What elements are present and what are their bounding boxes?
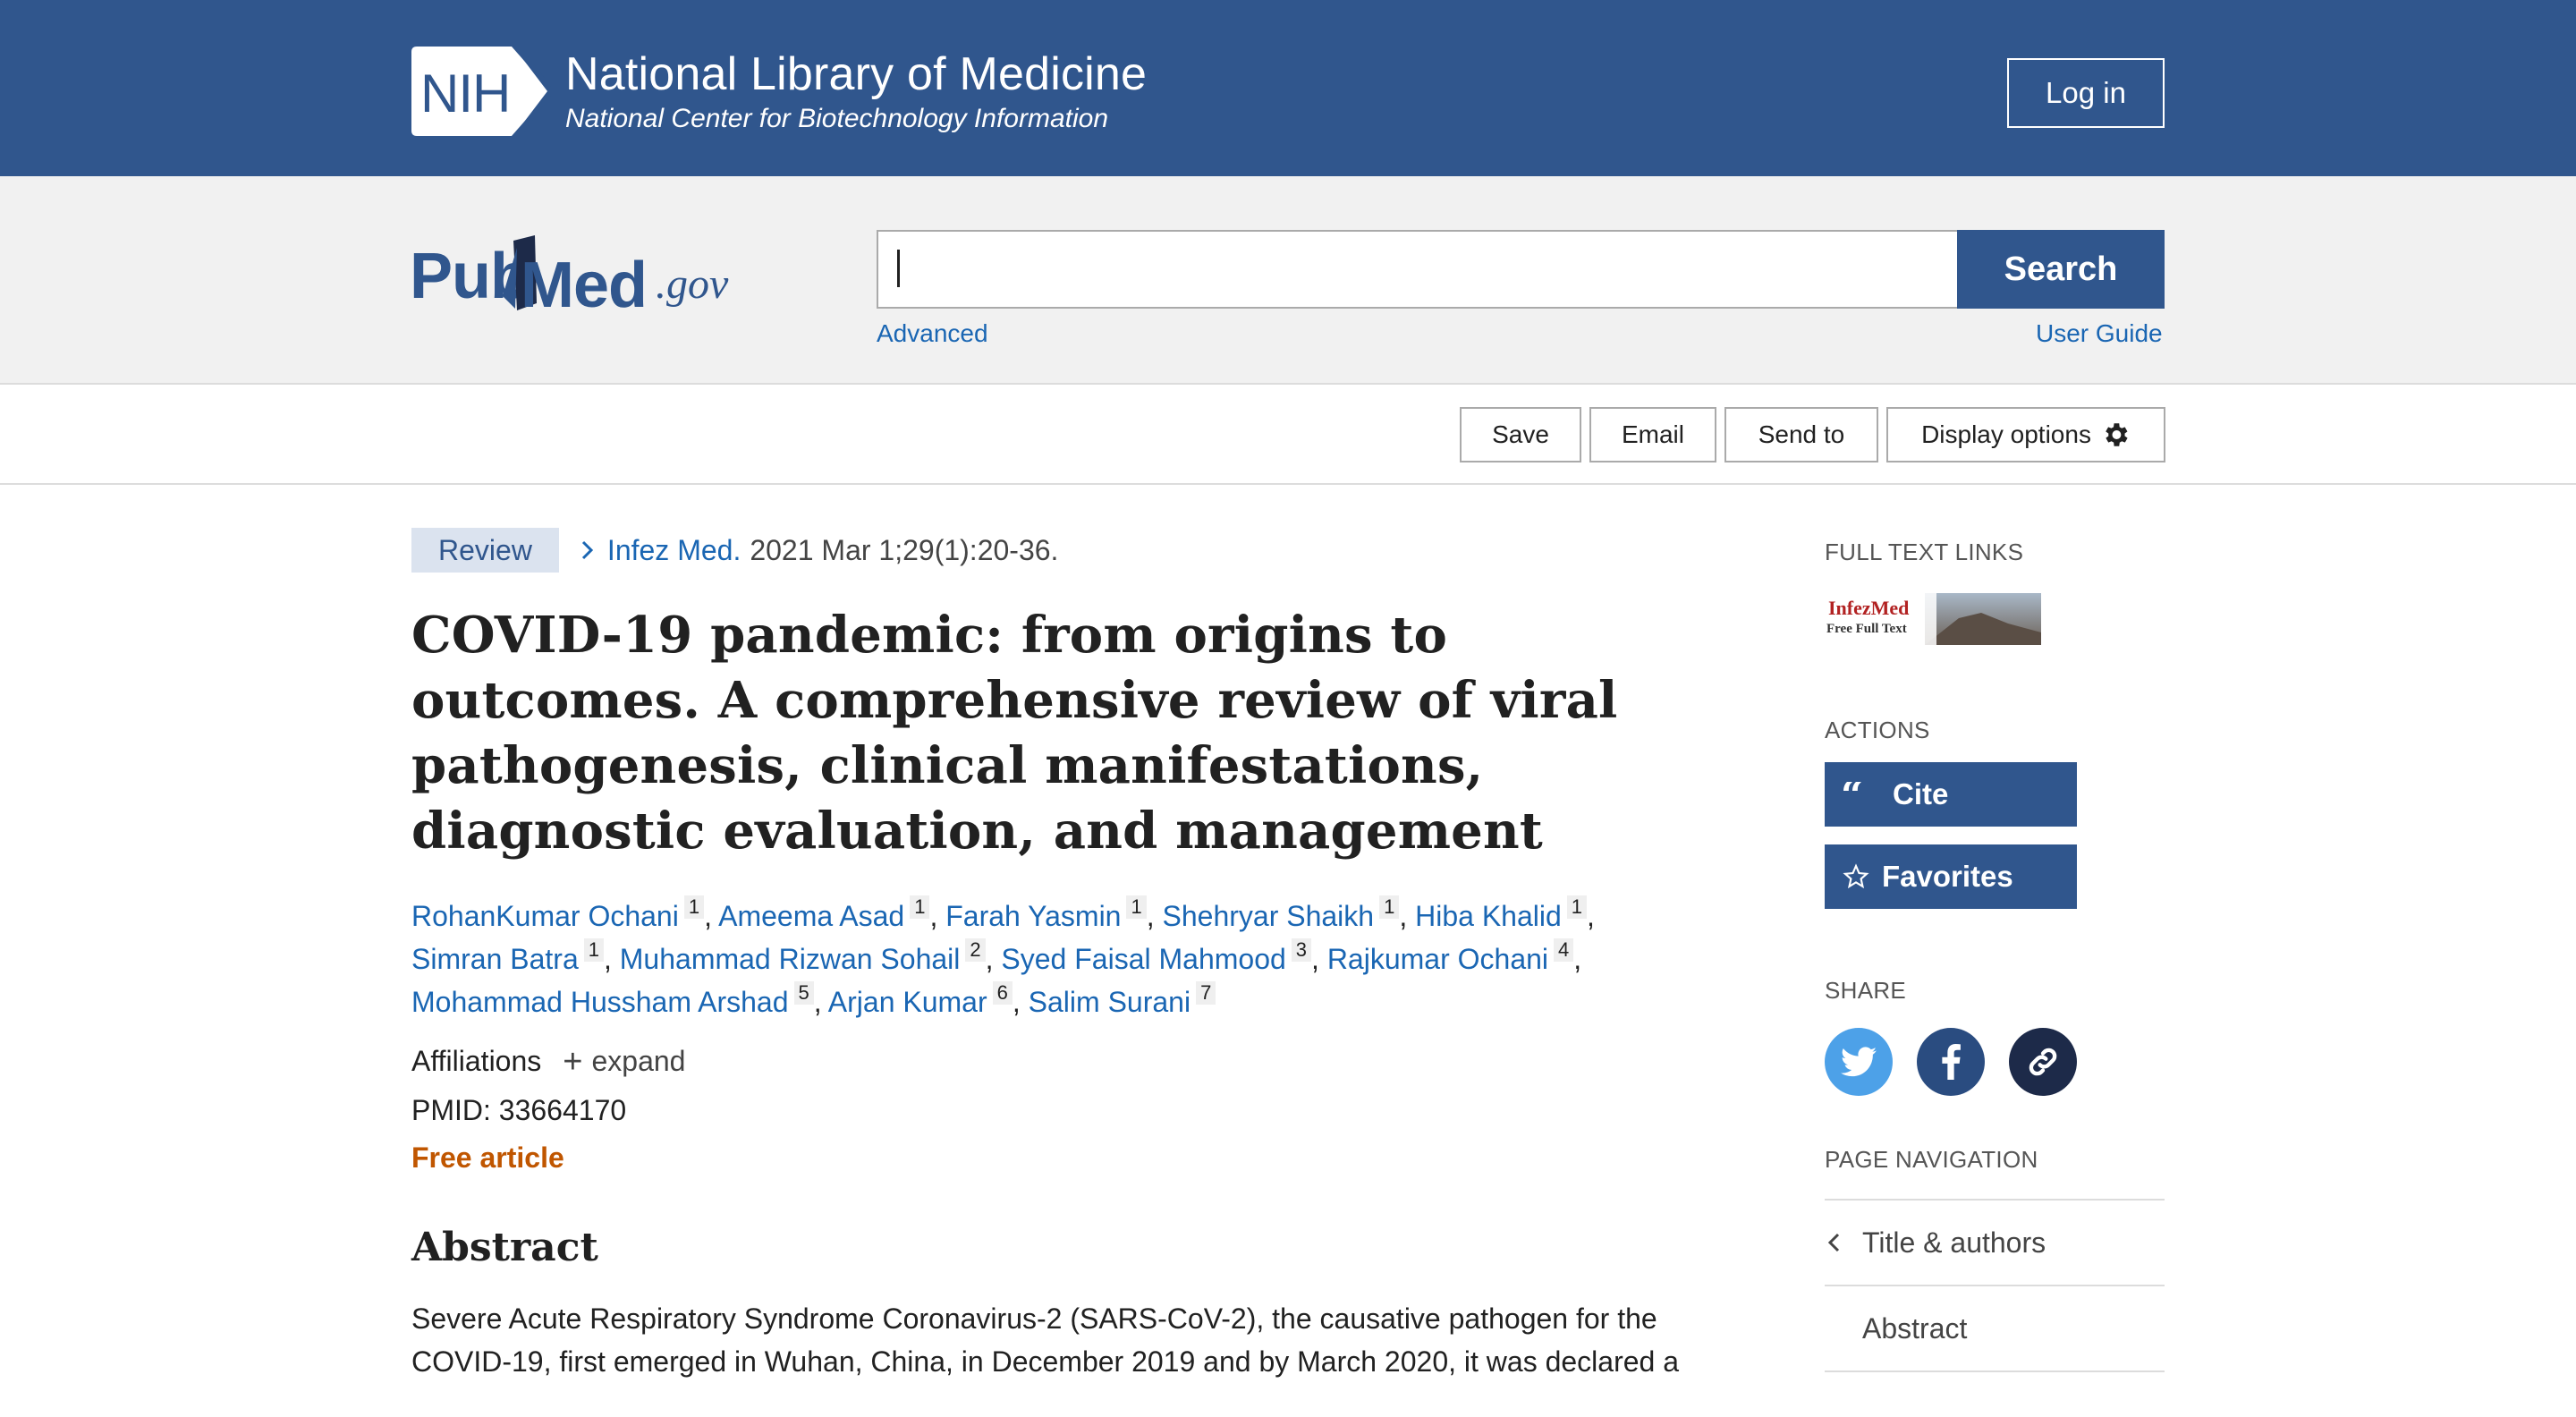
full-text-logo: InfezMed	[1828, 597, 1909, 619]
pmid: PMID: 33664170	[411, 1094, 627, 1126]
affiliation-ref[interactable]: 1	[1566, 895, 1588, 919]
article-main: Review Infez Med. 2021 Mar 1;29(1):20-36…	[411, 528, 1717, 1383]
nav-item-title-authors[interactable]: Title & authors	[1825, 1199, 2165, 1285]
citation-date: 2021 Mar 1;29(1):20-36.	[750, 533, 1059, 566]
nav-item-label: Title & authors	[1862, 1226, 2046, 1259]
twitter-icon	[1841, 1047, 1877, 1077]
infezmed-full-text-link[interactable]: InfezMed Free Full Text	[1825, 593, 2041, 645]
expand-label: expand	[591, 1045, 686, 1077]
author-link[interactable]: Arjan Kumar	[828, 986, 987, 1018]
affiliation-ref[interactable]: 1	[1126, 895, 1147, 919]
facebook-share-button[interactable]	[1917, 1028, 1985, 1096]
nih-logo[interactable]: NIH National Library of Medicine Nationa…	[411, 47, 1147, 136]
affiliation-ref[interactable]: 7	[1196, 981, 1216, 1005]
free-article-label: Free article	[411, 1141, 564, 1174]
author-link[interactable]: Mohammad Hussham Arshad	[411, 986, 789, 1018]
nav-divider	[1825, 1370, 2165, 1372]
svg-text:.gov: .gov	[656, 260, 729, 308]
advanced-search-link[interactable]: Advanced	[877, 319, 988, 348]
svg-text:Med: Med	[521, 250, 647, 319]
abstract-line: Severe Acute Respiratory Syndrome Corona…	[411, 1302, 1657, 1335]
user-guide-link[interactable]: User Guide	[2036, 319, 2163, 348]
sidebar: FULL TEXT LINKS InfezMed Free Full Text …	[1825, 528, 2165, 1372]
cite-label: Cite	[1893, 777, 1949, 810]
chevron-right-icon	[581, 540, 594, 560]
text-caret	[897, 250, 900, 287]
author-link[interactable]: Syed Faisal Mahmood	[1001, 943, 1285, 975]
author-link[interactable]: Muhammad Rizwan Sohail	[620, 943, 961, 975]
login-button[interactable]: Log in	[2007, 58, 2165, 128]
affiliation-ref[interactable]: 2	[965, 938, 986, 962]
author-link[interactable]: RohanKumar Ochani	[411, 900, 679, 932]
affiliation-ref[interactable]: 4	[1554, 938, 1574, 962]
affiliation-ref[interactable]: 1	[683, 895, 705, 919]
nav-item-abstract[interactable]: Abstract	[1825, 1285, 2165, 1370]
affiliation-ref[interactable]: 5	[793, 981, 814, 1005]
pubmed-logo[interactable]: Pub Med .gov	[410, 221, 750, 321]
favorites-label: Favorites	[1882, 860, 2013, 893]
nih-subtitle: National Center for Biotechnology Inform…	[565, 104, 1109, 133]
page-navigation-heading: PAGE NAVIGATION	[1825, 1146, 2038, 1173]
author-link[interactable]: Farah Yasmin	[945, 900, 1121, 932]
display-options-label: Display options	[1921, 420, 2091, 448]
svg-text:“: “	[1841, 782, 1863, 807]
abstract-line: COVID-19, first emerged in Wuhan, China,…	[411, 1345, 1680, 1378]
star-icon	[1825, 862, 1887, 891]
svg-text:NIH: NIH	[420, 64, 510, 123]
publication-type-badge: Review	[411, 528, 559, 573]
nih-title: National Library of Medicine	[565, 48, 1148, 100]
search-input[interactable]	[877, 230, 1959, 309]
article-toolbar: Save Email Send to Display options	[0, 385, 2576, 485]
expand-affiliations-toggle[interactable]: + expand	[563, 1042, 686, 1081]
author-link[interactable]: Salim Surani	[1029, 986, 1191, 1018]
nih-banner: NIH National Library of Medicine Nationa…	[0, 0, 2576, 176]
full-text-links-heading: FULL TEXT LINKS	[1825, 539, 2024, 565]
save-button[interactable]: Save	[1460, 407, 1581, 462]
nih-badge-icon: NIH	[411, 47, 551, 136]
journal-link[interactable]: Infez Med.	[607, 534, 741, 567]
affiliation-ref[interactable]: 6	[992, 981, 1013, 1005]
abstract-text: Severe Acute Respiratory Syndrome Corona…	[411, 1297, 1699, 1383]
actions-heading: ACTIONS	[1825, 717, 1930, 743]
author-link[interactable]: Simran Batra	[411, 943, 579, 975]
chevron-left-icon	[1827, 1233, 1840, 1252]
display-options-button[interactable]: Display options	[1886, 407, 2165, 462]
affiliation-ref[interactable]: 1	[910, 895, 930, 919]
quote-icon: “	[1825, 782, 1887, 807]
cite-button[interactable]: “ Cite	[1825, 762, 2077, 827]
gear-icon	[2106, 423, 2128, 446]
abstract-heading: Abstract	[411, 1225, 598, 1270]
full-text-logo-sub: Free Full Text	[1826, 622, 1907, 636]
send-to-button[interactable]: Send to	[1724, 407, 1878, 462]
article-citation-line: Review Infez Med. 2021 Mar 1;29(1):20-36…	[411, 528, 1717, 573]
search-button[interactable]: Search	[1957, 230, 2165, 309]
facebook-icon	[1942, 1044, 1961, 1080]
nav-item-label: Abstract	[1862, 1311, 1968, 1345]
plus-icon: +	[563, 1042, 583, 1081]
affiliation-ref[interactable]: 3	[1291, 938, 1312, 962]
author-link[interactable]: Rajkumar Ochani	[1327, 943, 1548, 975]
share-buttons	[1825, 1028, 2165, 1096]
affiliations-row: Affiliations + expand	[411, 1042, 1717, 1081]
twitter-share-button[interactable]	[1825, 1028, 1893, 1096]
link-icon	[2029, 1048, 2057, 1076]
author-link[interactable]: Hiba Khalid	[1415, 900, 1562, 932]
share-heading: SHARE	[1825, 977, 1907, 1004]
author-list: RohanKumar Ochani 1, Ameema Asad 1, Farah …	[411, 895, 1595, 1018]
affiliation-ref[interactable]: 1	[583, 938, 604, 962]
email-button[interactable]: Email	[1589, 407, 1716, 462]
favorites-button[interactable]: Favorites	[1825, 844, 2077, 909]
page-navigation-list: Title & authors Abstract	[1825, 1199, 2165, 1372]
article-title: COVID-19 pandemic: from origins to outco…	[411, 606, 1618, 861]
copy-link-button[interactable]	[2009, 1028, 2077, 1096]
search-band: Pub Med .gov Search Advanced User Guide	[0, 176, 2576, 385]
affiliations-label: Affiliations	[411, 1045, 542, 1077]
author-link[interactable]: Ameema Asad	[718, 900, 904, 932]
affiliation-ref[interactable]: 1	[1379, 895, 1400, 919]
author-link[interactable]: Shehryar Shaikh	[1163, 900, 1375, 932]
